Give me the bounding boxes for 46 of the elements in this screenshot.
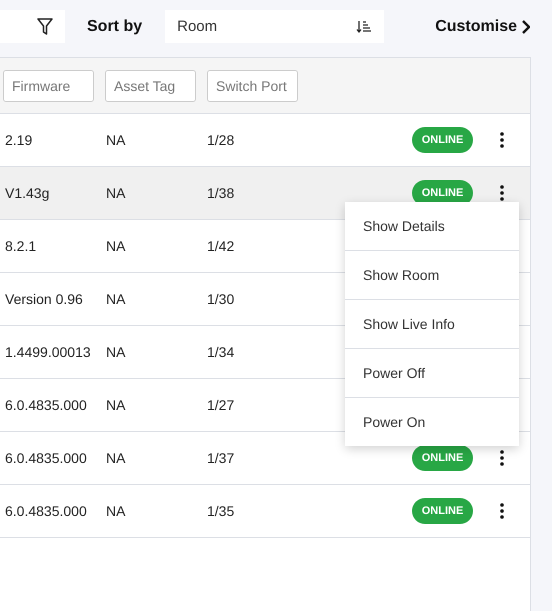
more-options-icon[interactable]	[500, 132, 504, 148]
menu-item[interactable]: Show Room	[345, 251, 519, 300]
more-options-icon[interactable]	[500, 503, 504, 519]
table-cell-text: 2.19	[5, 132, 34, 148]
table-cell-text: 1/30	[207, 291, 236, 307]
table-cell-text: 6.0.4835.000	[5, 450, 88, 466]
filter-button[interactable]	[0, 10, 65, 43]
status-badge: ONLINE	[412, 445, 473, 471]
table-cell-text: NA	[106, 132, 126, 148]
chevron-right-icon	[521, 20, 530, 34]
table-cell-text: 1/35	[207, 503, 236, 519]
table-cell-text: NA	[106, 397, 126, 413]
table-cell-text: 6.0.4835.000	[5, 503, 88, 519]
sort-label: Sort by	[87, 18, 142, 36]
sort-icon	[356, 20, 372, 34]
table-cell-text: NA	[106, 291, 126, 307]
status-badge: ONLINE	[412, 127, 473, 153]
column-filter-field[interactable]: Switch Port	[207, 70, 298, 102]
table-cell-text: 8.2.1	[5, 238, 38, 254]
table-cell-text: 1/27	[207, 397, 236, 413]
table-row[interactable]: 6.0.4835.000 NA 1/35 ONLINE	[0, 485, 530, 538]
menu-item[interactable]: Power Off	[345, 349, 519, 398]
customise-link[interactable]: Customise	[435, 18, 530, 36]
table-cell-text: Version 0.96	[5, 291, 84, 307]
table-cell-text: 1/28	[207, 132, 236, 148]
table-cell-text: 1/42	[207, 238, 236, 254]
table-cell-text: NA	[106, 450, 126, 466]
status-badge: ONLINE	[412, 498, 473, 524]
filter-icon	[37, 18, 53, 36]
table-cell-text: 1/37	[207, 450, 236, 466]
table-cell-text: V1.43g	[5, 185, 50, 201]
menu-item[interactable]: Show Live Info	[345, 300, 519, 349]
table-cell-text: NA	[106, 238, 126, 254]
sort-field[interactable]: Room	[165, 10, 384, 43]
table-cell-text: 1/38	[207, 185, 236, 201]
table-cell-text: 1.4499.00013	[5, 344, 92, 360]
table-cell-text: 1/34	[207, 344, 236, 360]
column-filter-field[interactable]: Firmware	[3, 70, 94, 102]
table-cell-text: NA	[106, 503, 126, 519]
menu-item[interactable]: Show Details	[345, 202, 519, 251]
more-options-icon[interactable]	[500, 185, 504, 201]
table-cell-text: NA	[106, 185, 126, 201]
table-cell-text: 6.0.4835.000	[5, 397, 88, 413]
table-cell-text: NA	[106, 344, 126, 360]
more-options-icon[interactable]	[500, 450, 504, 466]
column-filter-field[interactable]: Asset Tag	[105, 70, 196, 102]
